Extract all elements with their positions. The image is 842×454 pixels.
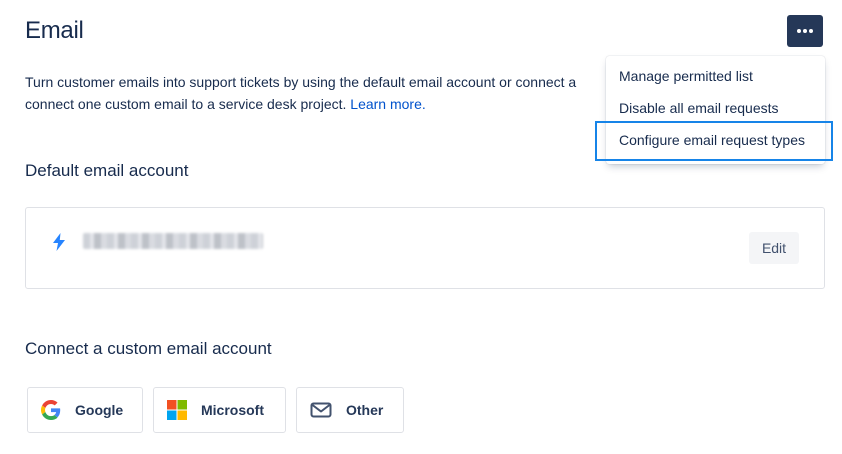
mail-icon — [310, 402, 332, 418]
edit-button[interactable]: Edit — [749, 232, 799, 264]
more-actions-button[interactable] — [787, 15, 823, 47]
redacted-email-address — [83, 233, 263, 249]
google-icon — [41, 400, 61, 420]
menu-item-manage-permitted-list[interactable]: Manage permitted list — [619, 68, 753, 84]
more-horizontal-icon — [797, 29, 813, 33]
menu-item-disable-all-email-requests[interactable]: Disable all email requests — [619, 100, 779, 116]
microsoft-button[interactable]: Microsoft — [153, 387, 286, 433]
intro-text: Turn customer emails into support ticket… — [25, 71, 625, 115]
learn-more-link[interactable]: Learn more. — [350, 96, 425, 112]
microsoft-icon — [167, 400, 187, 420]
intro-line-2: connect one custom email to a service de… — [25, 93, 625, 115]
default-email-account-card: Edit — [25, 207, 825, 289]
other-button[interactable]: Other — [296, 387, 404, 433]
page-title: Email — [25, 17, 84, 44]
google-button-label: Google — [75, 402, 124, 418]
intro-line-2-text: connect one custom email to a service de… — [25, 96, 347, 112]
default-email-account-heading: Default email account — [25, 161, 189, 180]
microsoft-button-label: Microsoft — [201, 402, 264, 418]
google-button[interactable]: Google — [27, 387, 143, 433]
custom-email-account-heading: Connect a custom email account — [25, 339, 272, 358]
highlight-outline — [595, 121, 833, 161]
lightning-bolt-icon — [52, 233, 66, 256]
other-button-label: Other — [346, 402, 384, 418]
intro-line-1: Turn customer emails into support ticket… — [25, 74, 577, 90]
